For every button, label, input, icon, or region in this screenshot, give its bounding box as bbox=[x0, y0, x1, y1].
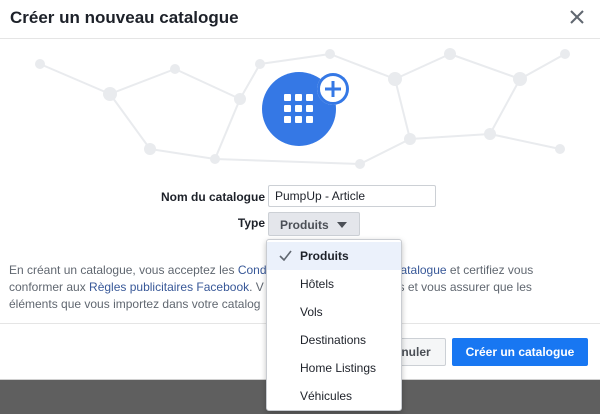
terms-text-part: . V bbox=[249, 280, 264, 294]
grid-icon bbox=[284, 94, 313, 123]
terms-text-part: es et vous assurer que les bbox=[391, 280, 532, 294]
dropdown-option-label: Home Listings bbox=[300, 361, 377, 375]
dropdown-option-home-listings[interactable]: Home Listings bbox=[267, 354, 401, 382]
checkmark-icon bbox=[279, 250, 292, 261]
dropdown-option-vehicules[interactable]: Véhicules bbox=[267, 382, 401, 410]
catalog-type-dropdown: Produits Hôtels Vols Destinations Home L… bbox=[266, 239, 402, 411]
create-catalog-button[interactable]: Créer un catalogue bbox=[452, 338, 588, 366]
dropdown-option-produits[interactable]: Produits bbox=[267, 242, 401, 270]
catalog-name-label: Nom du catalogue bbox=[160, 190, 265, 204]
dropdown-option-destinations[interactable]: Destinations bbox=[267, 326, 401, 354]
close-icon[interactable] bbox=[566, 6, 588, 28]
catalog-name-input[interactable] bbox=[268, 185, 436, 207]
dropdown-option-label: Destinations bbox=[300, 333, 367, 347]
plus-icon bbox=[317, 73, 349, 105]
ad-policies-link[interactable]: Règles publicitaires Facebook bbox=[89, 280, 249, 294]
dialog-title: Créer un nouveau catalogue bbox=[10, 8, 239, 27]
terms-text-part: En créant un catalogue, vous acceptez le… bbox=[9, 263, 238, 277]
caret-down-icon bbox=[337, 222, 347, 228]
terms-text-part: éléments que vous importez dans votre ca… bbox=[9, 297, 261, 311]
catalog-type-label: Type bbox=[237, 216, 265, 230]
dropdown-option-label: Vols bbox=[300, 305, 323, 319]
dropdown-option-label: Véhicules bbox=[300, 389, 353, 403]
dropdown-option-label: Produits bbox=[300, 249, 349, 263]
dropdown-option-label: Hôtels bbox=[300, 277, 335, 291]
dropdown-option-vols[interactable]: Vols bbox=[267, 298, 401, 326]
dialog-header: Créer un nouveau catalogue bbox=[0, 0, 600, 39]
conditions-link[interactable]: Cond bbox=[238, 263, 267, 277]
catalog-type-select[interactable]: Produits bbox=[268, 212, 360, 236]
dropdown-option-hotels[interactable]: Hôtels bbox=[267, 270, 401, 298]
catalog-type-value: Produits bbox=[280, 218, 329, 232]
